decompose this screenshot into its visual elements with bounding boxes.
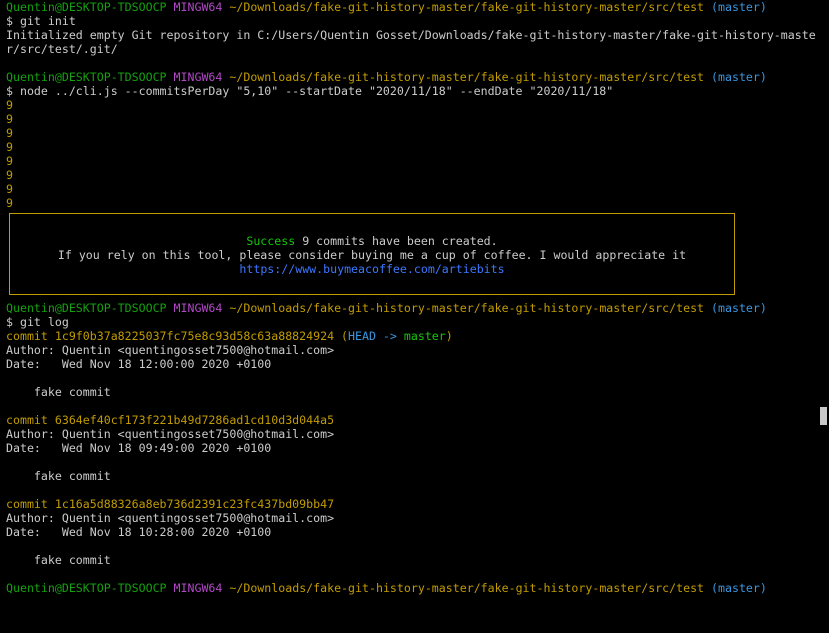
prompt-user-host: Quentin@DESKTOP-TDSOOCP: [6, 70, 167, 84]
terminal-window[interactable]: Quentin@DESKTOP-TDSOOCP MINGW64 ~/Downlo…: [0, 0, 818, 633]
commit-hash: commit 1c16a5d88326a8eb736d2391c23fc437b…: [6, 497, 335, 511]
output-count: 9: [6, 168, 13, 182]
prompt-path: ~/Downloads/fake-git-history-master/fake…: [229, 0, 705, 14]
output-count: 9: [6, 140, 13, 154]
commit-message: fake commit: [6, 469, 111, 483]
prompt-path: ~/Downloads/fake-git-history-master/fake…: [229, 581, 705, 595]
commit-date: Date: Wed Nov 18 09:49:00 2020 +0100: [6, 441, 272, 455]
commit-author: Author: Quentin <quentingosset7500@hotma…: [6, 343, 335, 357]
commit-message: fake commit: [6, 553, 111, 567]
prompt-branch: (master): [711, 70, 767, 84]
prompt-env: MINGW64: [173, 581, 223, 595]
output-init-line-2: r/src/test/.git/: [6, 42, 118, 56]
ref-open: (: [334, 329, 349, 343]
command-git-init: $ git init: [6, 14, 76, 28]
success-box: Success 9 commits have been created. If …: [9, 213, 735, 295]
shell-prompt: Quentin@DESKTOP-TDSOOCP MINGW64 ~/Downlo…: [6, 70, 818, 84]
prompt-path: ~/Downloads/fake-git-history-master/fake…: [229, 70, 705, 84]
coffee-link[interactable]: https://www.buymeacoffee.com/artiebits: [10, 262, 734, 276]
commit-date: Date: Wed Nov 18 10:28:00 2020 +0100: [6, 525, 272, 539]
commit-hash-line: commit 1c9f0b37a8225037fc75e8c93d58c63a8…: [6, 329, 818, 343]
coffee-message: If you rely on this tool, please conside…: [57, 248, 687, 262]
commit-author: Author: Quentin <quentingosset7500@hotma…: [6, 511, 335, 525]
prompt-branch: (master): [711, 581, 767, 595]
success-message: Success 9 commits have been created.: [10, 234, 734, 248]
vertical-scrollbar[interactable]: [818, 0, 829, 633]
prompt-user-host: Quentin@DESKTOP-TDSOOCP: [6, 0, 167, 14]
output-count: 9: [6, 98, 13, 112]
prompt-env: MINGW64: [173, 70, 223, 84]
ref-close: ): [445, 329, 453, 343]
prompt-branch: (master): [711, 0, 767, 14]
output-init-line-1: Initialized empty Git repository in C:/U…: [6, 28, 816, 42]
prompt-env: MINGW64: [173, 301, 223, 315]
prompt-user-host: Quentin@DESKTOP-TDSOOCP: [6, 581, 167, 595]
prompt-path: ~/Downloads/fake-git-history-master/fake…: [229, 301, 705, 315]
output-count: 9: [6, 154, 13, 168]
prompt-user-host: Quentin@DESKTOP-TDSOOCP: [6, 301, 167, 315]
ref-head: HEAD ->: [348, 329, 404, 343]
output-count: 9: [6, 112, 13, 126]
shell-prompt: Quentin@DESKTOP-TDSOOCP MINGW64 ~/Downlo…: [6, 581, 818, 595]
commit-author: Author: Quentin <quentingosset7500@hotma…: [6, 427, 335, 441]
shell-prompt: Quentin@DESKTOP-TDSOOCP MINGW64 ~/Downlo…: [6, 301, 818, 315]
success-box-area: Success 9 commits have been created. If …: [6, 210, 818, 301]
prompt-branch: (master): [711, 301, 767, 315]
prompt-env: MINGW64: [173, 0, 223, 14]
output-count: 9: [6, 196, 13, 210]
ref-branch: master: [403, 329, 446, 343]
commit-date: Date: Wed Nov 18 12:00:00 2020 +0100: [6, 357, 272, 371]
commit-hash: commit 6364ef40cf173f221b49d7286ad1cd10d…: [6, 413, 335, 427]
command-node-cli: $ node ../cli.js --commitsPerDay "5,10" …: [6, 84, 614, 98]
output-count: 9: [6, 126, 13, 140]
commit-message: fake commit: [6, 385, 111, 399]
commit-hash: commit 1c9f0b37a8225037fc75e8c93d58c63a8…: [6, 329, 335, 343]
output-count: 9: [6, 182, 13, 196]
success-text: 9 commits have been created.: [295, 234, 498, 248]
success-word: Success: [246, 234, 296, 248]
command-git-log: $ git log: [6, 315, 69, 329]
scrollbar-thumb[interactable]: [820, 407, 827, 425]
shell-prompt: Quentin@DESKTOP-TDSOOCP MINGW64 ~/Downlo…: [6, 0, 818, 14]
